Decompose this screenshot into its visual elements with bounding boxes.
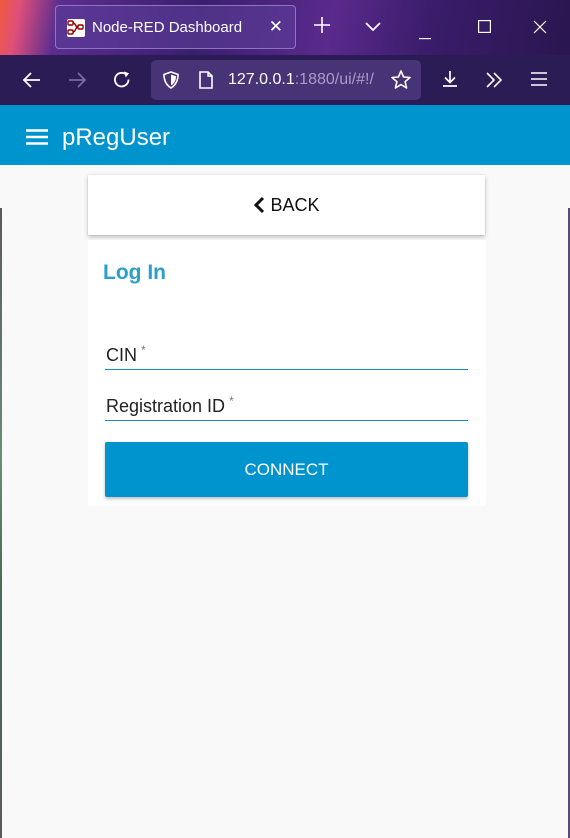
cin-required-mark: *: [141, 343, 146, 357]
connect-button[interactable]: CONNECT: [105, 442, 468, 497]
url-host: 127.0.0.1: [228, 71, 295, 88]
browser-tab-node-red-dashboard[interactable]: Node-RED Dashboard ✕: [55, 5, 296, 49]
cin-label-text: CIN: [106, 345, 137, 365]
browser-tab-title: Node-RED Dashboard: [92, 19, 243, 36]
registration-id-required-mark: *: [229, 394, 234, 408]
forward-arrow-icon[interactable]: [67, 70, 89, 92]
page-info-icon[interactable]: [197, 70, 219, 92]
back-arrow-icon[interactable]: [22, 70, 44, 92]
download-icon[interactable]: [440, 69, 462, 91]
node-red-favicon-icon: [67, 19, 85, 37]
cin-field[interactable]: CIN *: [105, 340, 468, 370]
window-minimize-icon[interactable]: [419, 27, 431, 45]
back-button[interactable]: BACK: [88, 175, 485, 235]
login-title: Log In: [103, 261, 166, 284]
shield-icon[interactable]: [161, 70, 183, 92]
tab-close-icon[interactable]: ✕: [269, 17, 283, 37]
url-path: :1880/ui/#!/: [294, 71, 374, 88]
registration-id-field[interactable]: Registration ID *: [105, 391, 468, 421]
window-edge-left: [0, 208, 2, 838]
url-text[interactable]: 127.0.0.1:1880/ui/#!/: [228, 71, 388, 89]
sidenav-menu-icon[interactable]: [26, 129, 48, 145]
cin-field-label: CIN *: [106, 343, 146, 366]
overflow-chevrons-icon[interactable]: [484, 70, 506, 92]
back-button-label: BACK: [270, 194, 320, 215]
page-title: pRegUser: [62, 124, 171, 151]
app-menu-hamburger-icon[interactable]: [530, 71, 552, 93]
chevron-left-icon: [253, 196, 265, 214]
list-all-tabs-chevron-down-icon[interactable]: [364, 20, 382, 38]
registration-id-field-label: Registration ID *: [106, 394, 234, 417]
bookmark-star-icon[interactable]: [390, 69, 412, 91]
new-tab-icon[interactable]: [313, 16, 331, 39]
reload-icon[interactable]: [112, 70, 134, 92]
window-close-icon[interactable]: [533, 20, 547, 39]
window-maximize-icon[interactable]: [478, 20, 492, 38]
registration-id-label-text: Registration ID: [106, 396, 226, 416]
